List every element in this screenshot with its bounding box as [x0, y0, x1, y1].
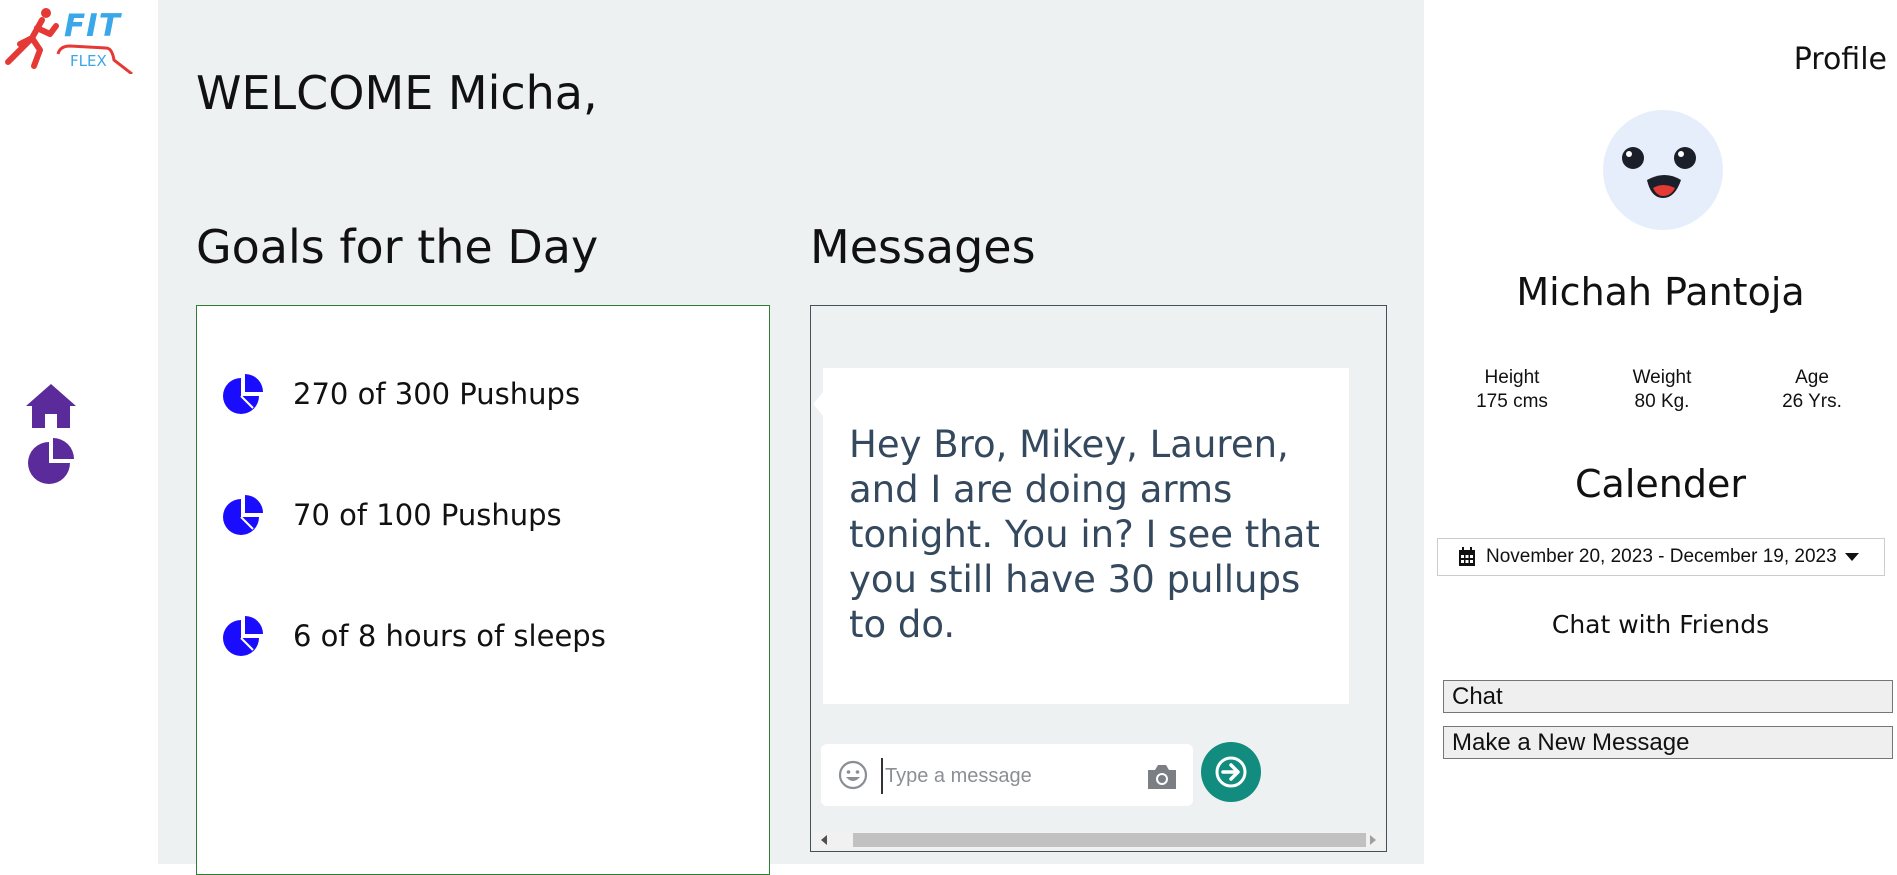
logo-text-flex: FLEX — [70, 52, 107, 70]
caret-down-icon — [1844, 553, 1859, 561]
goals-panel: 270 of 300 Pushups 70 of 100 Pushups 6 o… — [196, 305, 770, 875]
stat-value: 80 Kg. — [1634, 391, 1690, 412]
goal-item: 270 of 300 Pushups — [223, 371, 580, 417]
stat-weight: Weight 80 Kg. — [1582, 366, 1742, 414]
nav-goals[interactable] — [24, 436, 78, 486]
horizontal-scrollbar[interactable] — [813, 831, 1384, 849]
send-button[interactable] — [1201, 742, 1261, 802]
stat-height: Height 175 cms — [1432, 366, 1592, 414]
profile-title: Profile — [1793, 42, 1887, 77]
stat-value: 175 cms — [1476, 391, 1548, 412]
goals-title: Goals for the Day — [196, 220, 599, 274]
pie-chart-icon — [28, 438, 74, 484]
stat-label: Age — [1795, 367, 1829, 388]
nav-home[interactable] — [24, 380, 78, 430]
scroll-right-arrow-icon[interactable] — [1370, 835, 1376, 845]
avatar-face-icon — [1622, 147, 1696, 198]
goal-label: 6 of 8 hours of sleeps — [293, 619, 606, 653]
pie-chart-icon — [223, 495, 263, 535]
home-icon — [26, 384, 76, 428]
date-range-picker[interactable]: November 20, 2023 - December 19, 2023 — [1437, 538, 1885, 576]
new-message-button[interactable]: Make a New Message — [1443, 726, 1893, 759]
message-input[interactable] — [881, 758, 1137, 794]
goal-label: 270 of 300 Pushups — [293, 377, 581, 411]
stat-label: Weight — [1632, 367, 1692, 388]
pie-chart-icon — [223, 374, 263, 414]
camera-icon[interactable] — [1145, 762, 1179, 792]
message-bubble: Hey Bro, Mikey, Lauren, and I are doing … — [823, 368, 1349, 704]
calendar-icon — [1459, 547, 1475, 566]
goal-label: 70 of 100 Pushups — [293, 498, 562, 532]
scrollbar-thumb[interactable] — [853, 833, 1366, 847]
message-composer — [821, 744, 1193, 806]
welcome-heading: WELCOME Micha, — [196, 66, 598, 120]
goal-item: 6 of 8 hours of sleeps — [223, 613, 606, 659]
date-range-text: November 20, 2023 - December 19, 2023 — [1486, 546, 1837, 567]
stat-label: Height — [1484, 367, 1540, 388]
profile-name: Michah Pantoja — [1516, 270, 1805, 314]
emoji-icon[interactable] — [837, 759, 869, 791]
stat-age: Age 26 Yrs. — [1732, 366, 1892, 414]
messages-title: Messages — [810, 220, 1036, 274]
chat-title: Chat with Friends — [1551, 610, 1770, 639]
app-logo: FIT FLEX — [4, 4, 134, 74]
scroll-left-arrow-icon[interactable] — [821, 835, 827, 845]
message-text: Hey Bro, Mikey, Lauren, and I are doing … — [849, 423, 1320, 646]
messages-panel: Hey Bro, Mikey, Lauren, and I are doing … — [810, 305, 1387, 852]
calendar-title: Calender — [1575, 462, 1746, 506]
arrow-right-circle-icon — [1215, 756, 1247, 788]
logo-text-fit: FIT — [64, 8, 121, 44]
goal-item: 70 of 100 Pushups — [223, 492, 562, 538]
pie-chart-icon — [223, 616, 263, 656]
avatar — [1603, 110, 1723, 230]
stat-value: 26 Yrs. — [1782, 391, 1842, 412]
main-content: WELCOME Micha, Goals for the Day 270 of … — [158, 0, 1424, 875]
chat-button[interactable]: Chat — [1443, 680, 1893, 713]
